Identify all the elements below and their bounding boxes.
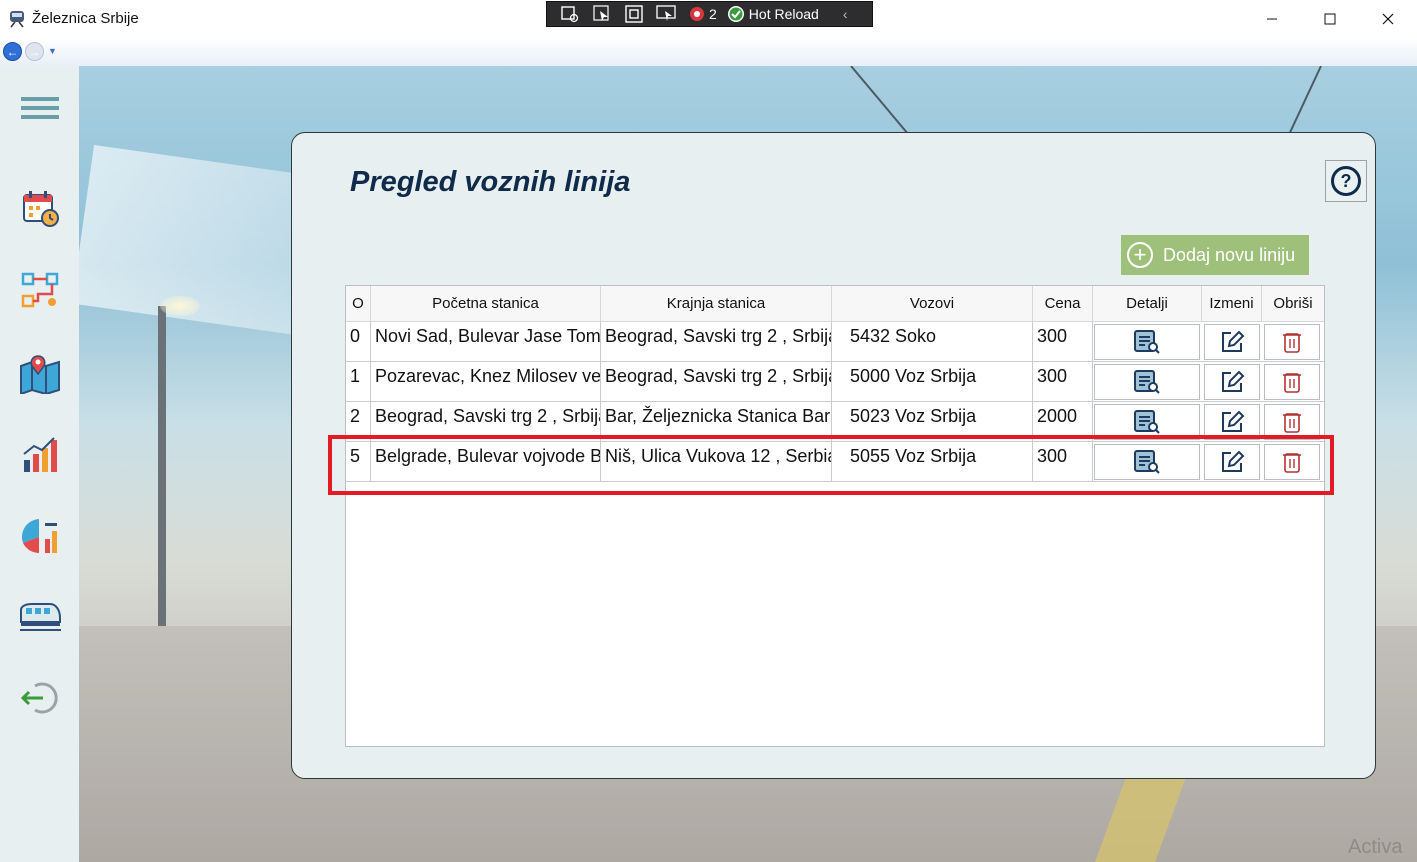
error-icon [690,7,704,21]
add-line-button[interactable]: + Dodaj novu liniju [1121,235,1309,275]
details-icon [1134,410,1160,434]
route-icon [21,272,59,308]
cell-price: 300 [1033,322,1093,362]
window-title: Železnica Srbije [32,10,139,27]
edit-icon [1222,410,1245,432]
forward-button[interactable]: → [25,42,44,61]
check-circle-icon [727,6,744,22]
minimize-button[interactable] [1243,0,1301,38]
plus-icon: + [1127,242,1153,268]
edit-button[interactable] [1204,324,1260,360]
page-title: Pregled voznih linija [350,166,631,198]
table-row[interactable]: 0 Novi Sad, Bulevar Jase Tomica Beograd,… [346,322,1324,362]
cell-start-station: Pozarevac, Knez Milosev venac [371,362,601,402]
calendar-icon [23,191,59,227]
arrow-left-icon: ← [6,44,19,59]
details-icon [1134,330,1160,354]
history-dropdown-icon[interactable]: ▼ [48,46,57,56]
trash-icon [1283,413,1301,433]
maximize-icon [1324,13,1336,25]
track-focus-button[interactable] [655,4,677,24]
column-header-details[interactable]: Detalji [1093,286,1202,322]
activate-windows-watermark: Activa [1348,836,1403,858]
adorner-icon [625,5,643,23]
layout-adorners-button[interactable] [623,4,645,24]
back-button[interactable]: ← [3,42,22,61]
sidebar-item-statistics[interactable] [18,432,62,476]
lines-table: O Početna stanica Krajnja stanica Vozovi… [345,285,1325,747]
edit-button[interactable] [1204,364,1260,400]
cell-id: 0 [346,322,371,362]
sidebar-item-routes[interactable] [18,268,62,312]
hot-reload-indicator[interactable]: Hot Reload [727,5,819,23]
trash-icon [1283,333,1301,353]
live-tree-icon [561,6,579,23]
help-icon: ? [1331,166,1361,196]
minimize-icon [1267,18,1277,20]
details-button[interactable] [1094,324,1200,360]
details-icon [1134,370,1160,394]
column-header-price[interactable]: Cena [1033,286,1093,322]
highlight-box [328,435,1334,495]
cell-start-station: Novi Sad, Bulevar Jase Tomica [371,322,601,362]
logout-icon [20,682,58,714]
sidebar-item-trains[interactable] [18,594,62,638]
track-focus-icon [656,5,676,21]
report-icon [21,519,57,553]
add-line-label: Dodaj novu liniju [1163,244,1296,265]
table-row[interactable]: 1 Pozarevac, Knez Milosev venac Beograd,… [346,362,1324,402]
sidebar-item-schedule[interactable] [18,186,62,230]
menu-icon [21,92,59,124]
details-button[interactable] [1094,364,1200,400]
cell-trains: 5432 Soko [832,322,1033,362]
error-count: 2 [709,6,717,22]
map-icon [20,355,60,394]
train-icon [20,603,61,631]
collapse-toolbar-icon[interactable]: ‹ [843,6,848,22]
help-button[interactable]: ? [1325,160,1367,202]
delete-button[interactable] [1264,324,1320,360]
column-header-end-station[interactable]: Krajnja stanica [601,286,832,322]
close-icon [1382,13,1394,25]
xaml-debug-toolbar: 2 Hot Reload ‹ [546,1,873,27]
menu-button[interactable] [18,86,62,130]
cell-end-station: Beograd, Savski trg 2 , Srbija [601,322,832,362]
cell-price: 300 [1033,362,1093,402]
cursor-icon [593,5,609,21]
column-header-start-station[interactable]: Početna stanica [371,286,601,322]
binding-errors-indicator[interactable]: 2 [687,5,717,23]
edit-icon [1222,370,1245,392]
column-header-trains[interactable]: Vozovi [832,286,1033,322]
sidebar-item-reports[interactable] [18,514,62,558]
hot-reload-label: Hot Reload [748,6,819,22]
lamp-light [160,296,200,316]
navigation-bar: ← → ▼ [0,38,1417,66]
maximize-button[interactable] [1301,0,1359,38]
trash-icon [1283,373,1301,393]
cell-id: 1 [346,362,371,402]
select-element-button[interactable] [559,4,581,24]
close-button[interactable] [1359,0,1417,38]
app-train-icon [10,11,24,28]
column-header-delete[interactable]: Obriši [1262,286,1324,322]
cell-trains: 5000 Voz Srbija [832,362,1033,402]
pointer-button[interactable] [591,4,613,24]
column-header-edit[interactable]: Izmeni [1202,286,1262,322]
column-header-id[interactable]: O [346,286,371,322]
chart-icon [23,437,57,472]
sidebar-item-map[interactable] [18,352,62,396]
edit-icon [1222,330,1245,352]
delete-button[interactable] [1264,364,1320,400]
arrow-right-icon: → [28,44,41,59]
sidebar [0,66,79,862]
sidebar-item-logout[interactable] [18,676,62,720]
cell-end-station: Beograd, Savski trg 2 , Srbija [601,362,832,402]
